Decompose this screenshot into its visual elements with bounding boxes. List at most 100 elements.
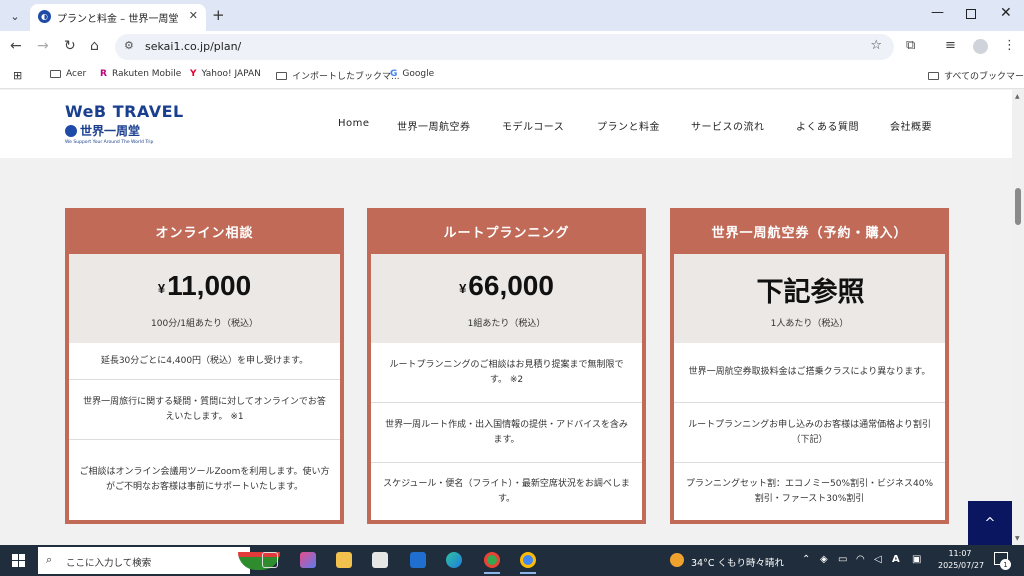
tab-close-icon[interactable]: ✕ [189,9,198,22]
ms-store-icon[interactable] [372,552,388,568]
windows-taskbar: ⌕ ここに入力して検索 34°C くもり時々晴れ ⌃ ◈ ▭ ◠ ◁ A ▣ 1… [0,545,1024,576]
card-row: ルートプランニングお申し込みのお客様は通常価格より割引（下記） [674,403,945,463]
edge-icon[interactable] [446,552,462,568]
copilot-icon[interactable] [300,552,316,568]
weather-text[interactable]: 34°C くもり時々晴れ [691,555,784,569]
window-close-icon[interactable]: ✕ [1000,5,1012,21]
card-price-note: 100分/1組あたり（税込） [151,319,258,329]
tab-title: プランと料金 – 世界一周堂 [57,14,179,25]
plan-card-rtw-ticket: 世界一周航空券（予約・購入） 下記参照 1人あたり（税込） 世界一周航空券取扱料… [670,208,949,524]
taskbar-search-input[interactable]: ⌕ ここに入力して検索 [38,547,280,574]
ime-indicator[interactable]: A [892,554,900,565]
nav-company[interactable]: 会社概要 [890,118,932,133]
currency-symbol: ¥ [157,281,166,296]
card-row: ご相談はオンライン会議用ツールZoomを利用します。使い方がご不明なお客様は事前… [79,467,330,492]
windows-start-icon[interactable] [12,554,25,567]
card-price: 下記参照 [756,277,865,308]
clock-date: 2025/07/27 [938,561,985,570]
plan-card-online-consultation: オンライン相談 ¥11,000 100分/1組あたり（税込） 延長30分ごとに4… [65,208,344,524]
bookmark-google[interactable]: G Google [390,69,434,79]
volume-icon[interactable]: ◁ [874,554,882,565]
active-indicator [484,572,500,574]
clock-time: 11:07 [948,549,972,558]
page-scrollbar[interactable]: ▲ ▼ [1012,90,1024,545]
card-body: ルートプランニングのご相談はお見積り提案まで無制限です。 ※2 世界一周ルート作… [371,343,642,520]
battery-icon[interactable]: ▭ [838,554,847,565]
card-row: 世界一周ルート作成・出入国情報の提供・アドバイスを含みます。 [371,403,642,463]
tray-chevron-icon[interactable]: ⌃ [802,554,810,565]
bookmark-imported[interactable]: インポートしたブックマ... [276,69,400,82]
bookmark-yahoo[interactable]: Y Yahoo! JAPAN [190,69,261,79]
apps-grid-icon[interactable]: ⊞ [13,69,22,82]
scroll-down-icon[interactable]: ▼ [1015,535,1020,542]
card-price-box: ¥66,000 1組あたり（税込） [371,254,642,343]
back-arrow-icon[interactable]: ← [10,38,22,54]
all-bookmarks[interactable]: すべてのブックマーク [928,69,1024,82]
taskbar-clock[interactable]: 11:07 2025/07/27 [938,548,985,572]
card-price-box: ¥11,000 100分/1組あたり（税込） [69,254,340,343]
task-view-icon[interactable] [262,552,278,568]
notification-badge: 1 [1000,559,1011,570]
nav-model-course[interactable]: モデルコース [502,118,564,133]
plan-card-route-planning: ルートプランニング ¥66,000 1組あたり（税込） ルートプランニングのご相… [367,208,646,524]
address-toolbar: ← → ↻ ⌂ ⚙ sekai1.co.jp/plan/ ☆ ⧉ ≡ ⋮ [0,31,1024,62]
site-info-icon[interactable]: ⚙ [124,39,134,52]
site-header: WeB TRAVEL 世界一周堂 We Support Your Around … [0,90,1012,158]
reload-icon[interactable]: ↻ [64,38,76,54]
bookmark-acer[interactable]: Acer [50,69,86,79]
window-maximize-icon[interactable] [966,9,976,19]
nav-home[interactable]: Home [338,118,370,129]
chrome-icon[interactable] [484,552,500,568]
home-icon[interactable]: ⌂ [90,38,99,54]
extensions-icon[interactable]: ⧉ [906,38,915,53]
bookmark-rakuten[interactable]: R Rakuten Mobile [100,69,181,79]
card-row: スケジュール・便名（フライト）・最新空席状況をお調べします。 [383,478,630,504]
profile-avatar-icon[interactable] [973,39,988,54]
card-price-box: 下記参照 1人あたり（税込） [674,254,945,343]
yahoo-icon: Y [190,69,197,79]
back-to-top-button[interactable]: ^ [968,501,1012,545]
nav-plans-pricing[interactable]: プランと料金 [597,118,660,133]
card-price-note: 1組あたり（税込） [467,319,546,329]
browser-tab-bar: ⌄ ◐ プランと料金 – 世界一周堂 ✕ + — ✕ [0,0,1024,31]
logo-subtitle: We Support Your Around The World Trip [65,140,154,145]
media-controls-icon[interactable]: ≡ [945,38,956,53]
wifi-icon[interactable]: ◠ [856,554,865,565]
nav-service-flow[interactable]: サービスの流れ [691,118,765,133]
card-row: ルートプランニングのご相談はお見積り提案まで無制限です。 ※2 [371,343,642,403]
logo-mid: 世界一周堂 [65,122,184,139]
tray-keyboard-icon[interactable]: ▣ [912,554,921,565]
nav-faq[interactable]: よくある質問 [796,118,859,133]
file-explorer-icon[interactable] [336,552,352,568]
logo-top-text: WeB TRAVEL [65,102,184,121]
forward-arrow-icon[interactable]: → [37,38,49,54]
card-row: 世界一周旅行に関する疑問・質問に対してオンラインでお答えいたします。 ※1 [69,380,340,440]
scroll-up-icon[interactable]: ▲ [1015,93,1020,100]
weather-icon[interactable] [670,553,684,567]
bookmark-star-icon[interactable]: ☆ [870,38,882,53]
card-price-note: 1人あたり（税込） [770,319,849,329]
browser-tab[interactable]: ◐ プランと料金 – 世界一周堂 ✕ [30,4,206,31]
scrollbar-thumb[interactable] [1015,188,1021,225]
card-row: 延長30分ごとに4,400円（税込）を申し受けます。 [69,343,340,380]
tray-app-icon[interactable]: ◈ [820,554,828,565]
tab-search-chevron-icon[interactable]: ⌄ [5,6,25,26]
window-minimize-icon[interactable]: — [931,5,944,20]
url-text[interactable]: sekai1.co.jp/plan/ [145,40,241,53]
site-logo[interactable]: WeB TRAVEL 世界一周堂 We Support Your Around … [65,102,184,145]
card-title: 世界一周航空券（予約・購入） [711,225,908,241]
browser-menu-icon[interactable]: ⋮ [1003,38,1016,53]
site-favicon-icon: ◐ [38,10,51,23]
google-icon: G [390,69,398,79]
omnibox[interactable]: ⚙ sekai1.co.jp/plan/ ☆ [115,34,894,60]
nav-rtw-tickets[interactable]: 世界一周航空券 [397,118,471,133]
new-tab-button[interactable]: + [212,6,225,24]
search-icon: ⌕ [46,553,53,566]
card-row: プランニングセット割：エコノミー50%割引・ビジネス40%割引・ファースト30%… [685,478,933,504]
outlook-icon[interactable] [410,552,426,568]
bookmarks-bar: ⊞ Acer R Rakuten Mobile Y Yahoo! JAPAN インポ… [0,62,1024,89]
chrome-profile-icon[interactable] [520,552,536,568]
card-price: ¥11,000 [157,270,252,301]
folder-icon [928,71,939,80]
card-body: 世界一周航空券取扱料金はご搭乗クラスにより異なります。 ルートプランニングお申し… [674,343,945,520]
